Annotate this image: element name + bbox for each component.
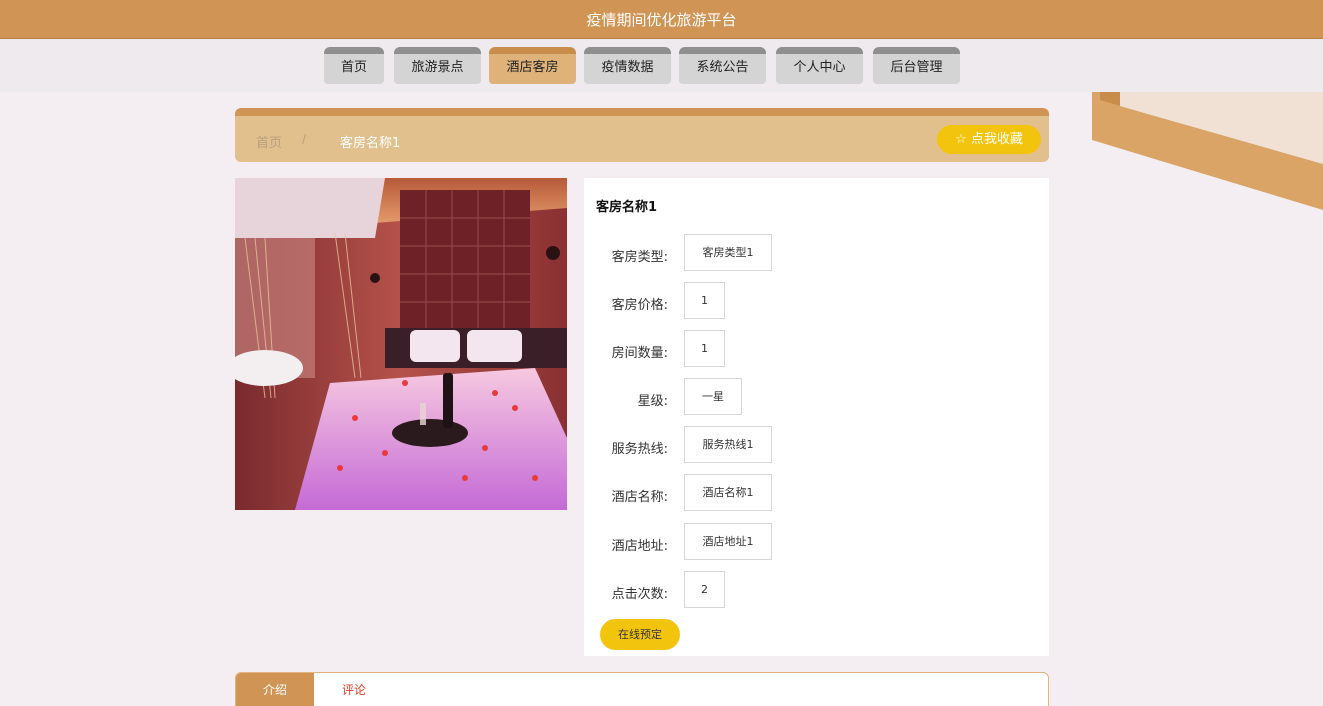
field-label-room-count: 房间数量: bbox=[611, 346, 668, 361]
room-photo bbox=[235, 178, 567, 510]
room-name: 客房名称1 bbox=[596, 200, 658, 215]
header-bar: 疫情期间优化旅游平台 bbox=[0, 0, 1323, 39]
tab-comments[interactable]: 评论 bbox=[314, 673, 394, 706]
tab-introduction[interactable]: 介绍 bbox=[236, 673, 314, 706]
breadcrumb-bar: 首页 / 客房名称1 ☆ 点我收藏 bbox=[235, 108, 1049, 162]
field-value-room-price: 1 bbox=[684, 282, 725, 319]
field-value-click-count: 2 bbox=[684, 571, 725, 608]
nav-attractions[interactable]: 旅游景点 bbox=[394, 47, 481, 84]
field-value-hotel-address: 酒店地址1 bbox=[684, 523, 772, 560]
field-label-service-hotline: 服务热线: bbox=[611, 442, 668, 457]
field-label-hotel-name: 酒店名称: bbox=[611, 490, 668, 505]
nav-epidemic-data[interactable]: 疫情数据 bbox=[584, 47, 671, 84]
field-value-star-rating: 一星 bbox=[684, 378, 742, 415]
nav-hotel-rooms[interactable]: 酒店客房 bbox=[489, 47, 576, 84]
decorative-frame bbox=[1092, 92, 1323, 212]
field-label-hotel-address: 酒店地址: bbox=[611, 539, 668, 554]
nav-admin[interactable]: 后台管理 bbox=[873, 47, 960, 84]
nav-announcements[interactable]: 系统公告 bbox=[679, 47, 766, 84]
breadcrumb-current: 客房名称1 bbox=[340, 136, 401, 151]
main-nav: 首页 旅游景点 酒店客房 疫情数据 系统公告 个人中心 后台管理 bbox=[0, 39, 1323, 92]
breadcrumb-home[interactable]: 首页 bbox=[256, 132, 282, 151]
breadcrumb-separator: / bbox=[302, 132, 307, 146]
nav-personal-center[interactable]: 个人中心 bbox=[776, 47, 863, 84]
favorite-button[interactable]: ☆ 点我收藏 bbox=[937, 125, 1041, 154]
field-label-star-rating: 星级: bbox=[637, 394, 668, 409]
field-value-room-count: 1 bbox=[684, 330, 725, 367]
field-value-room-type: 客房类型1 bbox=[684, 234, 772, 271]
detail-tabs: 介绍 评论 bbox=[235, 672, 1049, 706]
room-detail-panel: 客房名称1 客房类型: 客房类型1 客房价格: 1 房间数量: 1 星级: 一星… bbox=[584, 178, 1049, 656]
nav-home[interactable]: 首页 bbox=[324, 47, 384, 84]
field-value-hotel-name: 酒店名称1 bbox=[684, 474, 772, 511]
field-label-click-count: 点击次数: bbox=[611, 587, 668, 602]
field-label-room-type: 客房类型: bbox=[611, 250, 668, 265]
book-online-button[interactable]: 在线预定 bbox=[600, 619, 680, 650]
site-title: 疫情期间优化旅游平台 bbox=[586, 11, 737, 29]
field-value-service-hotline: 服务热线1 bbox=[684, 426, 772, 463]
field-label-room-price: 客房价格: bbox=[611, 298, 668, 313]
